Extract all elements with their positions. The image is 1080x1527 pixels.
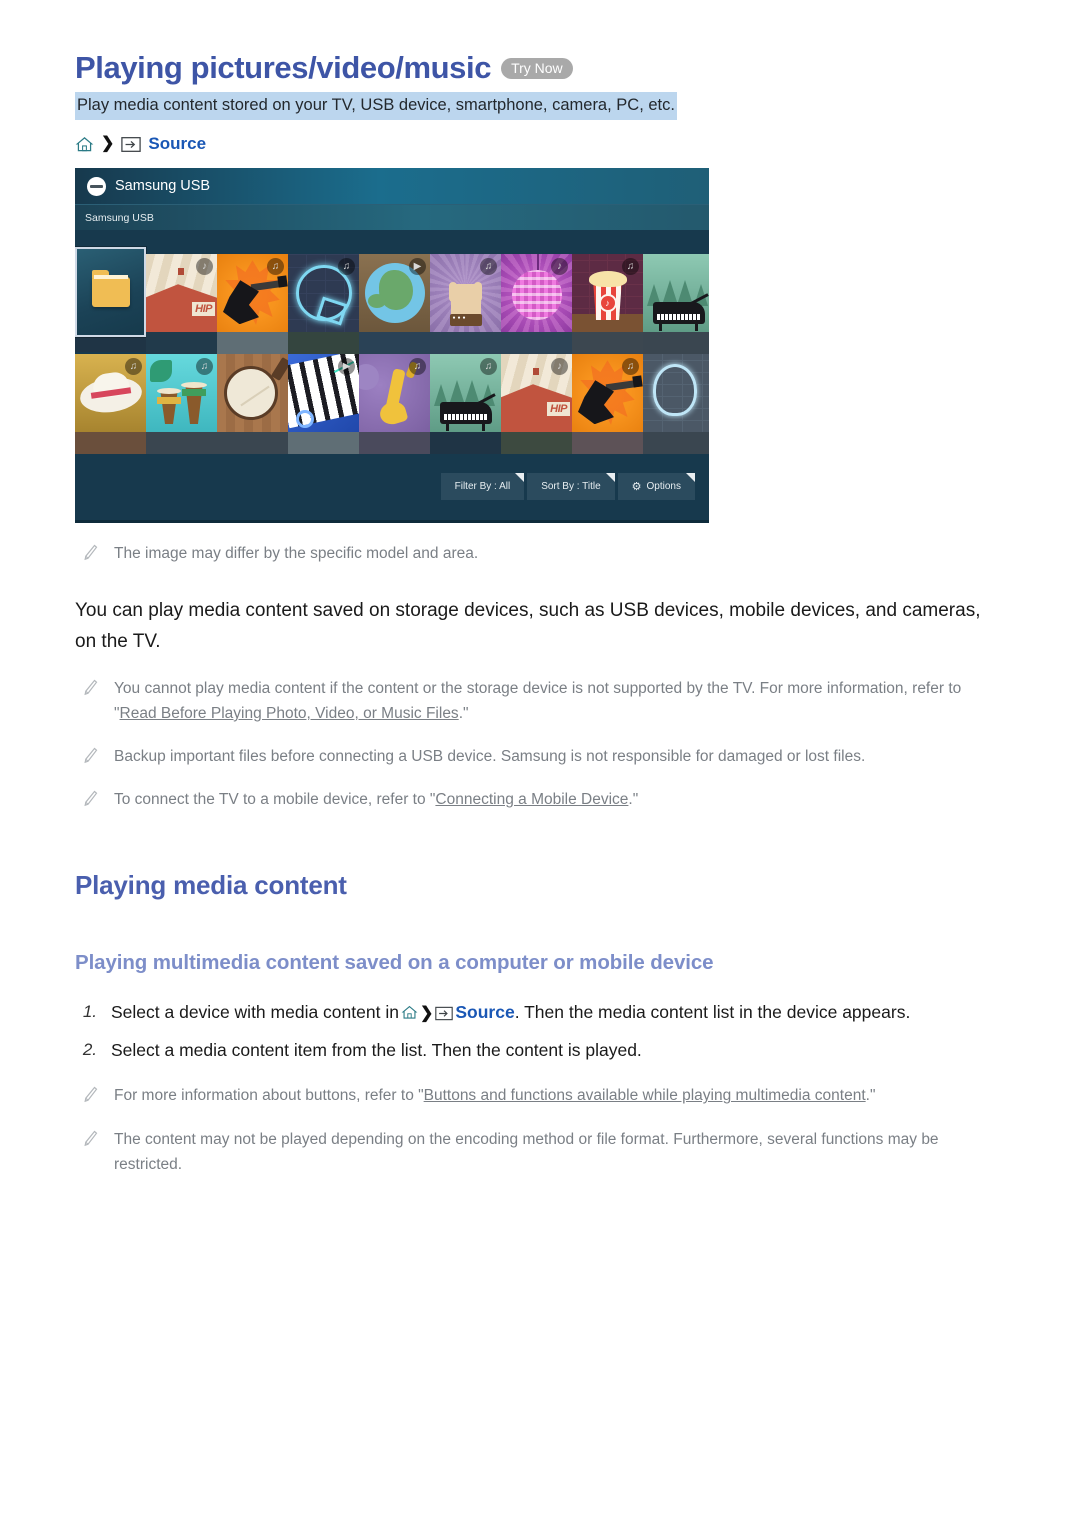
gear-icon: ⚙: [631, 481, 642, 494]
tv-device-tab-label: Samsung USB: [85, 211, 154, 224]
step-body: Select a device with media content in ❯ So…: [111, 997, 910, 1027]
thumbnail-neon-music-note[interactable]: ♫: [288, 254, 359, 355]
link-connecting-mobile-device[interactable]: Connecting a Mobile Device: [435, 791, 628, 808]
tv-header: Samsung USB: [75, 168, 709, 205]
options-button[interactable]: ⚙ Options: [617, 473, 696, 501]
tv-bottom-divider: [75, 520, 709, 524]
section-subheading: Playing multimedia content saved on a co…: [75, 951, 714, 975]
thumbnail-cowboy-hat[interactable]: ♫: [75, 354, 146, 455]
thumbnail-folder[interactable]: [75, 247, 146, 353]
thumbnail-piano-keys[interactable]: ▶: [288, 354, 359, 455]
options-label: Options: [646, 481, 681, 493]
breadcrumb-separator: ❯: [101, 135, 115, 153]
thumbnail-grand-piano[interactable]: [643, 254, 709, 355]
step-1: 1. Select a device with media content in…: [75, 997, 1005, 1027]
body-paragraph: You can play media content saved on stor…: [75, 600, 981, 653]
tv-device-tab[interactable]: Samsung USB: [75, 204, 709, 231]
thumbnail-hip-hop-house[interactable]: HIP ♪: [146, 254, 217, 355]
thumbnail-electric-guitar-flames[interactable]: ♫: [217, 254, 288, 355]
breadcrumb[interactable]: ❯ Source: [75, 134, 1005, 154]
subtitle-wrap: Play media content stored on your TV, US…: [75, 91, 1005, 135]
step-2: 2. Select a media content item from the …: [75, 1035, 1005, 1065]
note-cannot-play: You cannot play media content if the con…: [83, 676, 1005, 726]
thumbnail-saxophone[interactable]: ♫: [359, 354, 430, 455]
home-icon: [75, 135, 94, 154]
tv-screenshot: Samsung USB Samsung USB HIP ♪ ♫ ♫ ▶ ●●● …: [75, 168, 709, 524]
thumbnail-disco-ball[interactable]: ♪: [501, 254, 572, 355]
filter-by-button[interactable]: Filter By : All: [440, 473, 525, 501]
note-text-before: To connect the TV to a mobile device, re…: [114, 791, 436, 809]
music-badge-icon: ♫: [622, 358, 639, 376]
document-page: Playing pictures/video/music Try Now Pla…: [0, 0, 1080, 1177]
step-body: Select a media content item from the lis…: [111, 1040, 642, 1061]
step-number: 2.: [82, 1040, 97, 1060]
thumbnail-row-2: ♫ ♫ ▶ ♫ ♫ HIP ♪ ♫: [75, 354, 709, 455]
thumbnail-neon-guitar-brick[interactable]: [643, 354, 709, 455]
breadcrumb-source-label[interactable]: Source: [148, 134, 206, 154]
link-read-before-playing[interactable]: Read Before Playing Photo, Video, or Mus…: [120, 705, 459, 722]
tv-header-title: Samsung USB: [115, 178, 211, 195]
note-text: To connect the TV to a mobile device, re…: [114, 787, 638, 812]
note-backup: Backup important files before connecting…: [83, 744, 1005, 769]
thumbnail-conga-drums[interactable]: ♫: [146, 354, 217, 455]
thumbnail-popcorn[interactable]: ♪ ♫: [572, 254, 643, 355]
step-number: 1.: [82, 1002, 97, 1022]
link-buttons-and-functions[interactable]: Buttons and functions available while pl…: [424, 1087, 866, 1104]
note-text-after: .": [865, 1087, 876, 1105]
link-source[interactable]: Source: [455, 1002, 514, 1022]
filter-by-label: Filter By : All: [454, 481, 511, 493]
note-text: For more information about buttons, refe…: [114, 1083, 875, 1108]
tv-spacer: [75, 230, 709, 255]
breadcrumb-separator-inline: ❯: [419, 1005, 434, 1023]
tv-toolbar: Filter By : All Sort By : Title ⚙ Option…: [75, 473, 709, 524]
pencil-icon: [83, 747, 98, 769]
note-text: Backup important files before connecting…: [114, 748, 866, 766]
sort-by-button[interactable]: Sort By : Title: [527, 473, 616, 501]
pencil-icon: [83, 1086, 98, 1108]
note-connect-mobile: To connect the TV to a mobile device, re…: [83, 787, 1005, 812]
home-icon: [401, 1004, 418, 1021]
sort-by-label: Sort By : Title: [541, 481, 601, 493]
note-encoding: The content may not be played depending …: [83, 1127, 1005, 1177]
thumbnail-grand-piano-2[interactable]: ♫: [430, 354, 501, 455]
section-heading: Playing media content: [75, 870, 347, 901]
thumbnail-row-1: HIP ♪ ♫ ♫ ▶ ●●● ♫ ♪ ♪ ♫: [75, 247, 709, 355]
try-now-badge[interactable]: Try Now: [501, 58, 573, 79]
note-text: You cannot play media content if the con…: [114, 676, 994, 726]
thumbnail-globe[interactable]: ▶: [359, 254, 430, 355]
note-text-before: For more information about buttons, refe…: [114, 1087, 424, 1105]
pencil-icon: [83, 544, 98, 566]
page-title: Playing pictures/video/music: [75, 50, 492, 85]
note-text: The image may differ by the specific mod…: [114, 545, 479, 563]
pencil-icon: [83, 1130, 98, 1152]
thumbnail-banjo[interactable]: [217, 354, 288, 455]
step-text-before: Select a device with media content in: [111, 1002, 399, 1023]
usb-device-icon: [87, 176, 106, 196]
thumbnail-hip-hop-house-2[interactable]: HIP ♪: [501, 354, 572, 455]
thumbnail-rock-hand[interactable]: ♫: [430, 254, 501, 355]
page-subtitle: Play media content stored on your TV, US…: [75, 91, 677, 121]
pencil-icon: [83, 790, 98, 812]
thumbnail-electric-guitar-flames-2[interactable]: ♫: [572, 354, 643, 455]
note-buttons-functions: For more information about buttons, refe…: [83, 1083, 1005, 1108]
music-badge-icon: ♫: [267, 258, 284, 276]
note-text-after: .": [628, 791, 639, 809]
title-row: Playing pictures/video/music Try Now: [75, 50, 1005, 86]
source-input-icon: [435, 1006, 454, 1021]
note-image-differ: The image may differ by the specific mod…: [83, 541, 1005, 566]
source-input-icon: [121, 136, 142, 153]
note-text-after: .": [458, 704, 469, 722]
pencil-icon: [83, 679, 98, 701]
steps-list: 1. Select a device with media content in…: [75, 997, 1005, 1065]
note-text: The content may not be played depending …: [114, 1130, 939, 1173]
step-text-after: . Then the media content list in the dev…: [514, 1002, 911, 1023]
